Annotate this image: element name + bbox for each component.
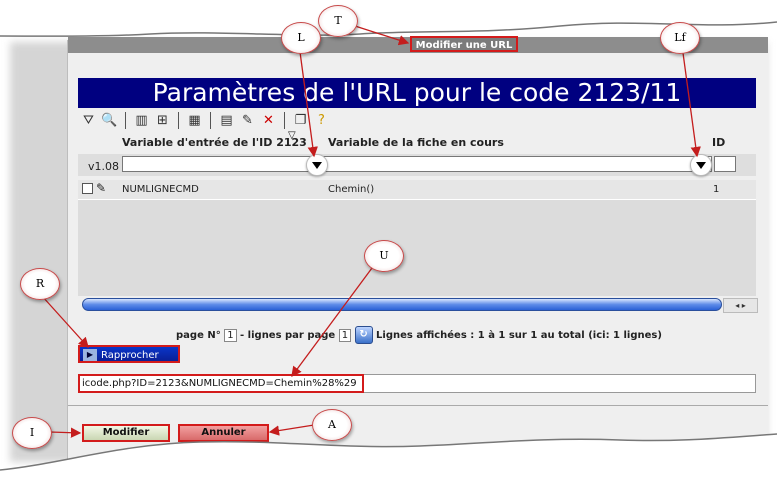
- callout-u: U: [364, 240, 404, 272]
- callout-t: T: [318, 5, 358, 37]
- callout-a: A: [312, 409, 352, 441]
- callout-r: R: [20, 268, 60, 300]
- callout-l: L: [281, 22, 321, 54]
- callout-lf: Lf: [660, 22, 700, 54]
- callout-i: I: [12, 417, 52, 449]
